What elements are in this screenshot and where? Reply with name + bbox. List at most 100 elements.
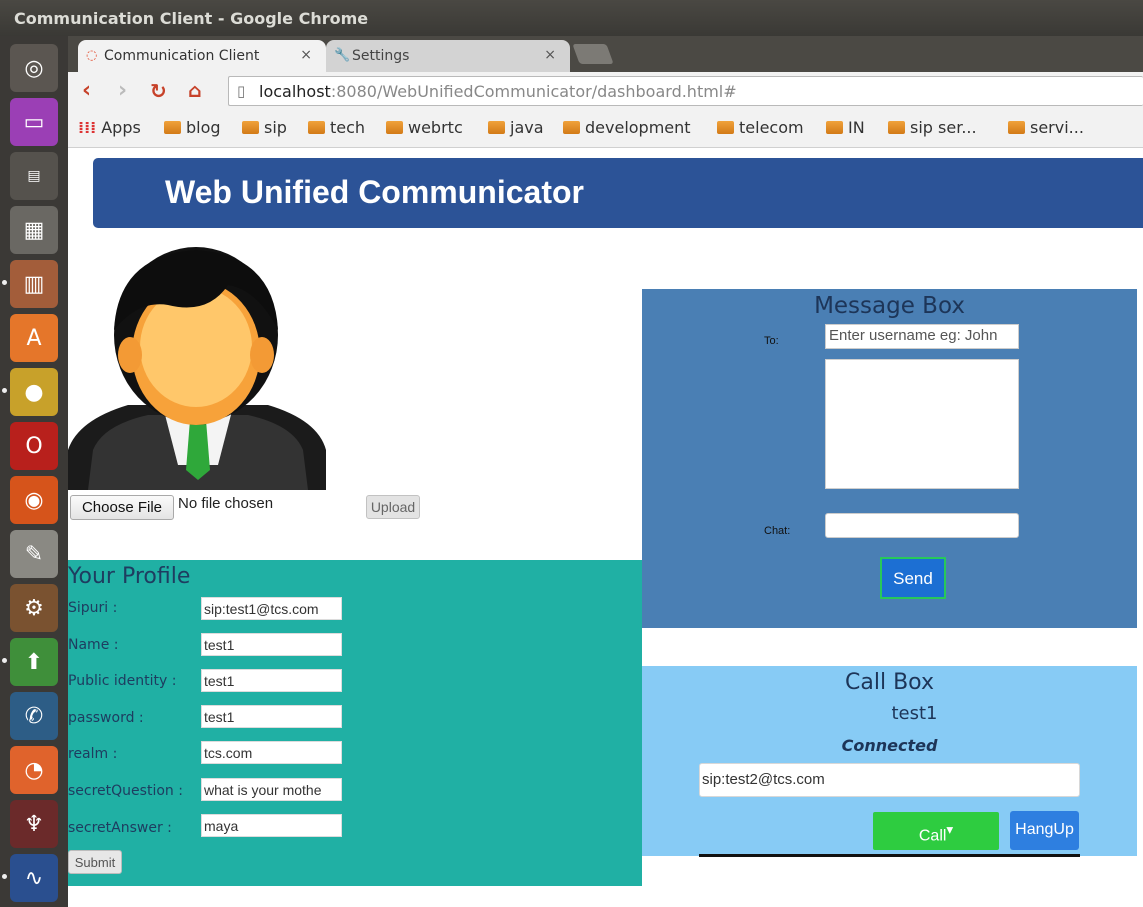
tab-label: Communication Client (104, 48, 260, 64)
url-host: localhost (259, 82, 331, 101)
page-icon: ▯ (237, 82, 246, 100)
call-status-text: Connected (841, 736, 938, 755)
folder-icon (488, 121, 505, 134)
window-titlebar: Communication Client - Google Chrome (0, 0, 1143, 36)
bookmark-tech[interactable]: tech (308, 118, 365, 137)
call-button[interactable]: Call▾ (873, 812, 999, 850)
to-label: To: (764, 335, 779, 347)
chat-label: Chat: (764, 525, 791, 537)
profile-title: Your Profile (68, 564, 191, 589)
files-small-icon[interactable]: ▤ (10, 152, 58, 200)
choose-file-button[interactable]: Choose File (70, 495, 174, 520)
chat-input[interactable] (825, 513, 1019, 538)
tab-settings[interactable]: 🔧 Settings × (326, 40, 570, 72)
bookmark-in[interactable]: IN (826, 118, 865, 137)
realm-label: realm : (68, 746, 118, 762)
toolbar: ‹ › ↻ ⌂ ▯ localhost:8080/WebUnifiedCommu… (68, 72, 1143, 110)
folder-icon (308, 121, 325, 134)
call-box-title: Call Box (845, 670, 934, 695)
url-path: :8080/WebUnifiedCommunicator/dashboard.h… (330, 82, 737, 101)
to-username-input[interactable]: Enter username eg: John (825, 324, 1019, 349)
folder-icon (242, 121, 259, 134)
close-tab-icon[interactable]: × (300, 47, 312, 63)
call-target-input[interactable]: sip:test2@tcs.com (699, 763, 1080, 797)
tab-label: Settings (352, 48, 410, 64)
name-field[interactable]: test1 (201, 633, 342, 656)
hangup-button[interactable]: HangUp (1010, 811, 1079, 850)
folder-icon (164, 121, 181, 134)
folder-icon (888, 121, 905, 134)
folder-icon (1008, 121, 1025, 134)
call-username: test1 (891, 703, 938, 724)
wrench-icon: 🔧 (334, 48, 351, 63)
page-viewport: Web Unified Communicator Choose File No … (68, 149, 1143, 907)
ubuntu-dash-icon[interactable]: ◎ (10, 44, 58, 92)
back-icon[interactable]: ‹ (82, 78, 91, 103)
dropdown-caret-icon: ▾ (946, 822, 954, 837)
close-tab-icon[interactable]: × (544, 47, 556, 63)
chrome-icon[interactable]: ● (10, 368, 58, 416)
file-manager-icon[interactable]: ▥ (10, 260, 58, 308)
upload-button[interactable]: Upload (366, 495, 420, 519)
forward-icon[interactable]: › (118, 78, 127, 103)
name-label: Name : (68, 637, 119, 653)
divider (699, 854, 1080, 857)
submit-button[interactable]: Submit (68, 850, 122, 874)
folder-icon (717, 121, 734, 134)
password-field[interactable]: test1 (201, 705, 342, 728)
address-bar[interactable]: ▯ localhost:8080/WebUnifiedCommunicator/… (228, 76, 1143, 106)
running-indicator (2, 658, 7, 663)
secret-answer-field[interactable]: maya (201, 814, 342, 837)
page-title: Web Unified Communicator (165, 174, 584, 210)
software-center-icon[interactable]: A (10, 314, 58, 362)
loading-spinner-icon: ◌ (86, 48, 98, 63)
bookmark-development[interactable]: development (563, 118, 691, 137)
realm-field[interactable]: tcs.com (201, 741, 342, 764)
sipuri-field[interactable]: sip:test1@tcs.com (201, 597, 342, 620)
public-identity-field[interactable]: test1 (201, 669, 342, 692)
secret-question-label: secretQuestion : (68, 783, 183, 799)
update-manager-icon[interactable]: ⬆ (10, 638, 58, 686)
network-icon[interactable]: ◔ (10, 746, 58, 794)
app-header: Web Unified Communicator (93, 158, 1143, 228)
bookmark-apps[interactable]: ⁞⁞⁞ Apps (78, 118, 141, 137)
running-indicator (2, 280, 7, 285)
phone-icon[interactable]: ✆ (10, 692, 58, 740)
message-box-title: Message Box (814, 293, 965, 319)
calculator-icon[interactable]: ▦ (10, 206, 58, 254)
call-box-panel: Call Box test1 Connected sip:test2@tcs.c… (642, 666, 1137, 857)
running-indicator (2, 388, 7, 393)
bookmark-sip-ser[interactable]: sip ser... (888, 118, 977, 137)
bookmark-telecom[interactable]: telecom (717, 118, 804, 137)
secret-answer-label: secretAnswer : (68, 820, 172, 836)
wine-icon[interactable]: ♆ (10, 800, 58, 848)
bookmark-sip[interactable]: sip (242, 118, 287, 137)
public-identity-label: Public identity : (68, 673, 177, 689)
opera-icon[interactable]: O (10, 422, 58, 470)
ubuntu-launcher: ◎ ▭ ▤ ▦ ▥ A ● O ◉ ✎ ⚙ ⬆ ✆ ◔ ♆ ∿ (0, 36, 68, 907)
folder-icon (563, 121, 580, 134)
system-monitor-icon[interactable]: ∿ (10, 854, 58, 902)
secret-question-field[interactable]: what is your mothe (201, 778, 342, 801)
tab-strip: ◌ Communication Client × 🔧 Settings × (68, 36, 1143, 72)
bookmarks-bar: ⁞⁞⁞ Apps blog sip tech webrtc java develo… (68, 110, 1143, 148)
workspaces-icon[interactable]: ▭ (10, 98, 58, 146)
text-editor-icon[interactable]: ✎ (10, 530, 58, 578)
password-label: password : (68, 710, 144, 726)
firefox-icon[interactable]: ◉ (10, 476, 58, 524)
new-tab-button[interactable] (572, 44, 614, 64)
settings-gear-icon[interactable]: ⚙ (10, 584, 58, 632)
call-button-label: Call (918, 827, 947, 845)
bookmark-java[interactable]: java (488, 118, 544, 137)
reload-icon[interactable]: ↻ (150, 79, 167, 103)
tab-communication-client[interactable]: ◌ Communication Client × (78, 40, 326, 72)
file-status-text: No file chosen (178, 495, 274, 512)
message-history-area[interactable] (825, 359, 1019, 489)
send-button[interactable]: Send (880, 557, 946, 599)
home-icon[interactable]: ⌂ (188, 80, 202, 102)
running-indicator (2, 874, 7, 879)
bookmark-servi[interactable]: servi... (1008, 118, 1084, 137)
bookmark-blog[interactable]: blog (164, 118, 221, 137)
avatar-image (68, 247, 326, 490)
bookmark-webrtc[interactable]: webrtc (386, 118, 463, 137)
